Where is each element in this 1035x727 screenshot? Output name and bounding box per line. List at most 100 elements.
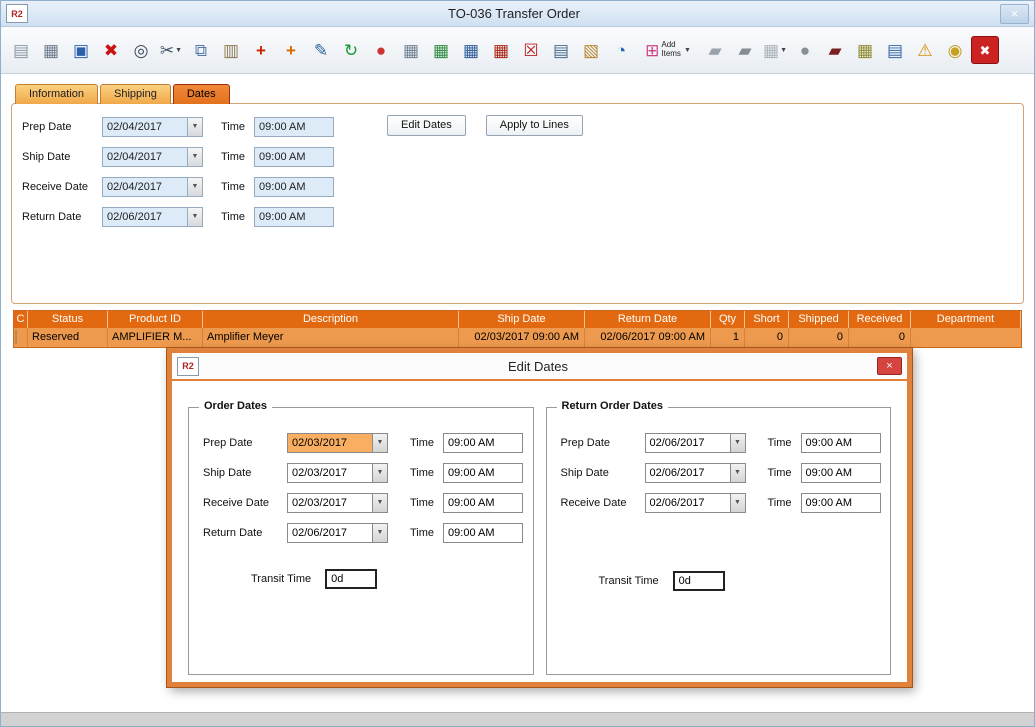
return-ship-time-input[interactable] [801, 463, 881, 483]
order-return-time-input[interactable] [443, 523, 523, 543]
receive-date-input[interactable] [102, 177, 188, 197]
refresh-icon[interactable]: ↻ [337, 34, 365, 66]
return-ship-date-input[interactable] [645, 463, 731, 483]
order-receive-date-label: Receive Date [203, 497, 287, 509]
col-header-return-date[interactable]: Return Date [585, 311, 711, 328]
ledger-icon[interactable]: ▦ [487, 34, 515, 66]
order-prep-time-input[interactable] [443, 433, 523, 453]
truck-icon[interactable]: ▰ [701, 34, 729, 66]
stamp-icon[interactable]: ◉ [941, 34, 969, 66]
table-row[interactable]: Reserved AMPLIFIER M... Amplifier Meyer … [14, 328, 1021, 347]
return-date-dropdown-icon[interactable]: ▼ [188, 207, 203, 227]
order-ship-date-input[interactable] [287, 463, 373, 483]
cell-c[interactable] [14, 328, 28, 347]
col-header-department[interactable]: Department [911, 311, 1021, 328]
return-prep-date-dropdown-icon[interactable]: ▼ [731, 433, 746, 453]
prep-date-dropdown-icon[interactable]: ▼ [188, 117, 203, 137]
return-receive-time-input[interactable] [801, 493, 881, 513]
return-receive-date-dropdown-icon[interactable]: ▼ [731, 493, 746, 513]
globe-icon[interactable]: ◔ [607, 34, 635, 66]
return-transit-input[interactable] [673, 571, 725, 591]
return-date-input[interactable] [102, 207, 188, 227]
cut-glyph: ✂ [160, 42, 174, 59]
new-document-icon[interactable]: ▤ [7, 34, 35, 66]
prep-date-input[interactable] [102, 117, 188, 137]
copy-icon[interactable]: ⧉ [187, 34, 215, 66]
return-prep-time-input[interactable] [801, 433, 881, 453]
package-icon[interactable]: ▧ [577, 34, 605, 66]
tab-shipping[interactable]: Shipping [100, 84, 171, 104]
col-header-c[interactable]: C [14, 311, 28, 328]
tab-dates[interactable]: Dates [173, 84, 230, 104]
delete-row-icon[interactable]: ☒ [517, 34, 545, 66]
grid-green-icon[interactable]: ▦ [427, 34, 455, 66]
return-receive-date-input[interactable] [645, 493, 731, 513]
prep-time-input[interactable] [254, 117, 334, 137]
order-prep-date-input[interactable] [287, 433, 373, 453]
window-close-button[interactable]: × [1000, 4, 1029, 24]
order-receive-time-input[interactable] [443, 493, 523, 513]
row-checkbox[interactable] [15, 330, 17, 344]
order-ship-date-dropdown-icon[interactable]: ▼ [373, 463, 388, 483]
stamp-glyph: ◉ [948, 42, 963, 59]
van-icon[interactable]: ▰ [821, 34, 849, 66]
save-icon[interactable]: ▣ [67, 34, 95, 66]
application-window: R2 TO-036 Transfer Order × ▤ ▦ ▣ ✖ ◎ ✂▼ … [1, 1, 1034, 348]
col-header-description[interactable]: Description [203, 311, 459, 328]
edit-icon[interactable]: ✎ [307, 34, 335, 66]
col-header-product-id[interactable]: Product ID [108, 311, 203, 328]
receive-time-input[interactable] [254, 177, 334, 197]
rock-icon[interactable]: ● [791, 34, 819, 66]
print-icon[interactable]: ▦ [37, 34, 65, 66]
add-items-dropdown-icon[interactable]: ▼ [684, 47, 691, 54]
warning-icon[interactable]: ⚠ [911, 34, 939, 66]
ship-date-dropdown-icon[interactable]: ▼ [188, 147, 203, 167]
order-transit-row: Transit Time [251, 569, 533, 589]
order-ship-time-input[interactable] [443, 463, 523, 483]
report-icon[interactable]: ▤ [881, 34, 909, 66]
order-receive-date-input[interactable] [287, 493, 373, 513]
order-return-date-dropdown-icon[interactable]: ▼ [373, 523, 388, 543]
order-return-date-input[interactable] [287, 523, 373, 543]
return-prep-date-input[interactable] [645, 433, 731, 453]
spheres-icon[interactable]: ● [367, 34, 395, 66]
ship-date-input[interactable] [102, 147, 188, 167]
cut-icon[interactable]: ✂▼ [157, 34, 185, 66]
grid-blue-icon[interactable]: ▦ [457, 34, 485, 66]
calculator-icon[interactable]: ▦ [397, 34, 425, 66]
prep-date-label: Prep Date [22, 121, 102, 133]
order-transit-input[interactable] [325, 569, 377, 589]
apply-to-lines-button[interactable]: Apply to Lines [486, 115, 583, 136]
dates-panel: Prep Date ▼ Time Ship Date ▼ Time Receiv… [11, 103, 1024, 304]
truck-alt-icon[interactable]: ▰ [731, 34, 759, 66]
order-receive-date-dropdown-icon[interactable]: ▼ [373, 493, 388, 513]
col-header-received[interactable]: Received [849, 311, 911, 328]
paste-icon[interactable]: ▥ [217, 34, 245, 66]
cut-dropdown-icon[interactable]: ▼ [175, 47, 182, 54]
ship-time-input[interactable] [254, 147, 334, 167]
col-header-ship-date[interactable]: Ship Date [459, 311, 585, 328]
col-header-short[interactable]: Short [745, 311, 789, 328]
return-ship-date-dropdown-icon[interactable]: ▼ [731, 463, 746, 483]
col-header-shipped[interactable]: Shipped [789, 311, 849, 328]
order-ship-date-row: Ship Date ▼ Time [203, 462, 533, 483]
edit-dates-button[interactable]: Edit Dates [387, 115, 466, 136]
dialog-title: Edit Dates [199, 359, 877, 374]
grid-blue-glyph: ▦ [463, 42, 479, 59]
calendar-icon[interactable]: ▤ [547, 34, 575, 66]
add-items-button[interactable]: ⊞ Add Items ▼ [637, 34, 699, 66]
receive-date-label: Receive Date [22, 181, 102, 193]
order-prep-date-dropdown-icon[interactable]: ▼ [373, 433, 388, 453]
grid-olive-icon[interactable]: ▦ [851, 34, 879, 66]
delete-icon[interactable]: ✖ [97, 34, 125, 66]
receive-date-dropdown-icon[interactable]: ▼ [188, 177, 203, 197]
return-time-input[interactable] [254, 207, 334, 227]
add-row-icon[interactable]: + [277, 34, 305, 66]
col-header-status[interactable]: Status [28, 311, 108, 328]
tab-information[interactable]: Information [15, 84, 98, 104]
find-icon[interactable]: ◎ [127, 34, 155, 66]
add-icon[interactable]: + [247, 34, 275, 66]
col-header-qty[interactable]: Qty [711, 311, 745, 328]
exit-icon[interactable]: ✖ [971, 36, 999, 64]
dialog-close-button[interactable]: × [877, 357, 902, 375]
